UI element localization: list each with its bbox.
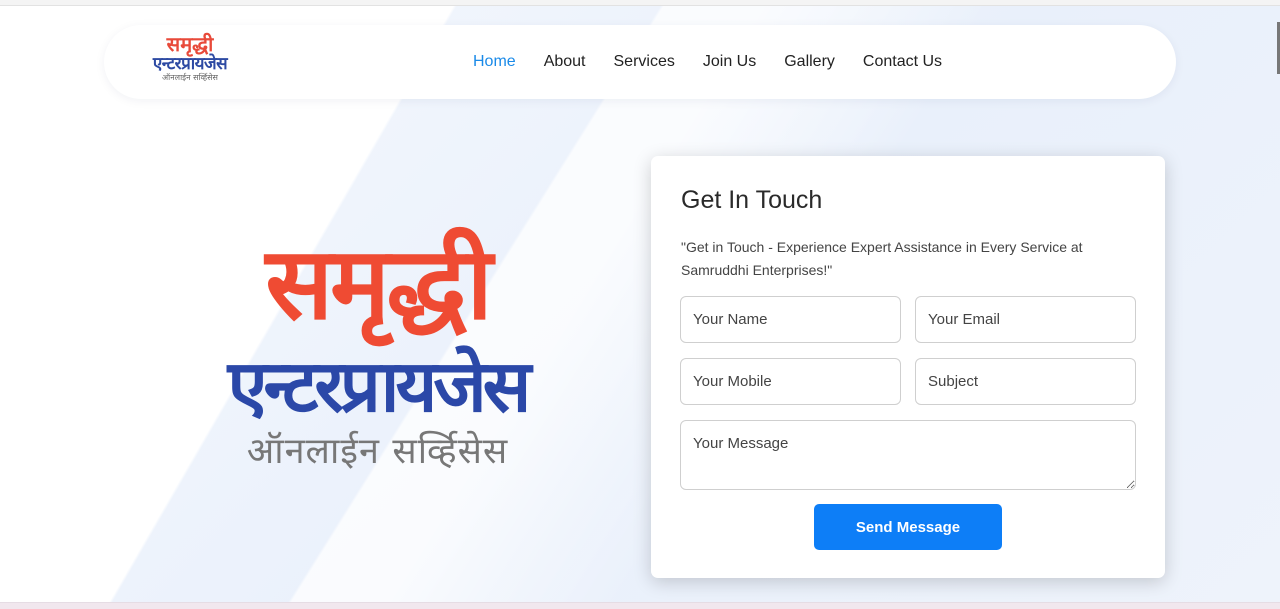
nav-link-join-us[interactable]: Join Us: [703, 53, 756, 71]
contact-title: Get In Touch: [681, 186, 823, 214]
subject-input[interactable]: [915, 358, 1136, 405]
bottom-border: [0, 602, 1280, 609]
nav-link-home[interactable]: Home: [473, 53, 516, 71]
contact-card: Get In Touch "Get in Touch - Experience …: [651, 156, 1165, 578]
brand-logo-line3: ऑनलाईन सर्व्हिसेस: [162, 73, 218, 82]
nav-link-contact-us[interactable]: Contact Us: [863, 53, 942, 71]
navbar: समृद्धी एन्टरप्रायजेस ऑनलाईन सर्व्हिसेस …: [104, 25, 1176, 99]
mobile-input[interactable]: [680, 358, 901, 405]
hero-logo-line3: ऑनलाईन सर्व्हिसेस: [246, 431, 509, 472]
hero-logo-line2: एन्टरप्रायजेस: [227, 344, 532, 428]
contact-description: "Get in Touch - Experience Expert Assist…: [681, 239, 1083, 278]
nav-link-services[interactable]: Services: [614, 53, 675, 71]
hero-logo: समृद्धी एन्टरप्रायजेस ऑनलाईन सर्व्हिसेस: [150, 225, 605, 505]
hero-logo-line1: समृद्धी: [265, 225, 492, 342]
top-border: [0, 0, 1280, 6]
message-textarea[interactable]: [680, 420, 1136, 490]
nav-link-about[interactable]: About: [544, 53, 586, 71]
email-input[interactable]: [915, 296, 1136, 343]
brand-logo-line2: एन्टरप्रायजेस: [152, 54, 228, 74]
brand-logo[interactable]: समृद्धी एन्टरप्रायजेस ऑनलाईन सर्व्हिसेस: [140, 33, 240, 93]
nav-menu: Home About Services Join Us Gallery Cont…: [473, 25, 970, 99]
nav-link-gallery[interactable]: Gallery: [784, 53, 835, 71]
brand-logo-line1: समृद्धी: [166, 32, 214, 56]
send-message-button[interactable]: Send Message: [814, 504, 1002, 550]
name-input[interactable]: [680, 296, 901, 343]
